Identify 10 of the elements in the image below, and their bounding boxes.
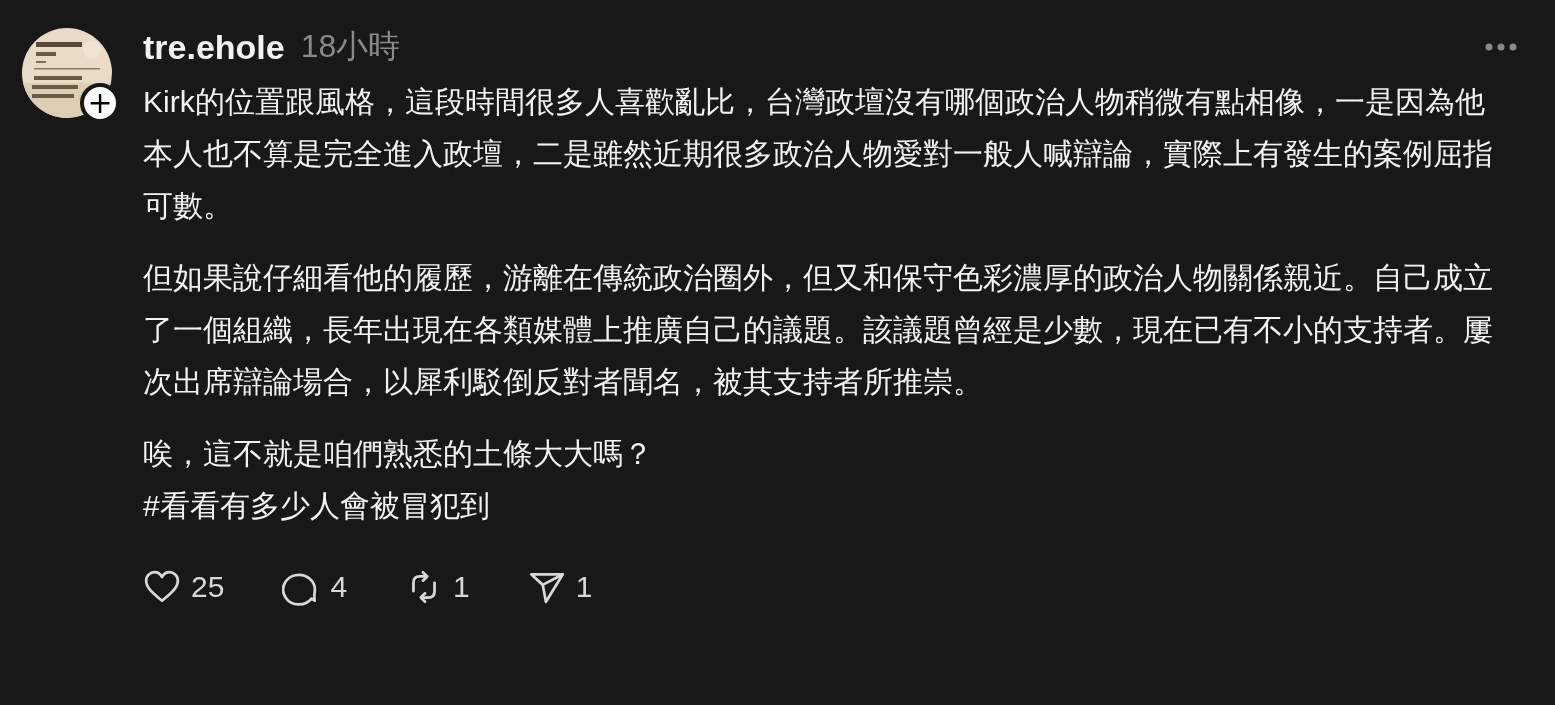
post-paragraph: Kirk的位置跟風格，這段時間很多人喜歡亂比，台灣政壇沒有哪個政治人物稍微有點相像，一是因為他本人也不算是完全進入政壇，二是雖然近期很多政治人物愛對一般人喊辯論，實際上有發生的案例屈指可數。 [143,84,1494,224]
repost-button[interactable]: 1 [405,568,470,606]
post-time: 18小時 [300,27,401,66]
more-icon[interactable] [1484,42,1518,52]
reply-button[interactable]: 4 [282,568,348,606]
post-paragraph: 但如果說仔細看他的履歷，游離在傳統政治圈外，但又和保守色彩濃厚的政治人物關係親近。自己成立了一個組織，長年出現在各類媒體上推廣自己的議題。該議題曾經是少數，現在已有不小的支持者。屢次出席辯論場合，以犀利駁倒反對者聞名，被其支持者所推崇。 [143,260,1494,400]
share-button[interactable]: 1 [527,568,593,606]
username[interactable]: tre.ehole [143,27,285,67]
like-button[interactable]: 25 [143,568,225,606]
post-paragraph: 唉，這不就是咱們熟悉的土條大大嗎？ #看看有多少人會被冒犯到 [143,436,654,524]
